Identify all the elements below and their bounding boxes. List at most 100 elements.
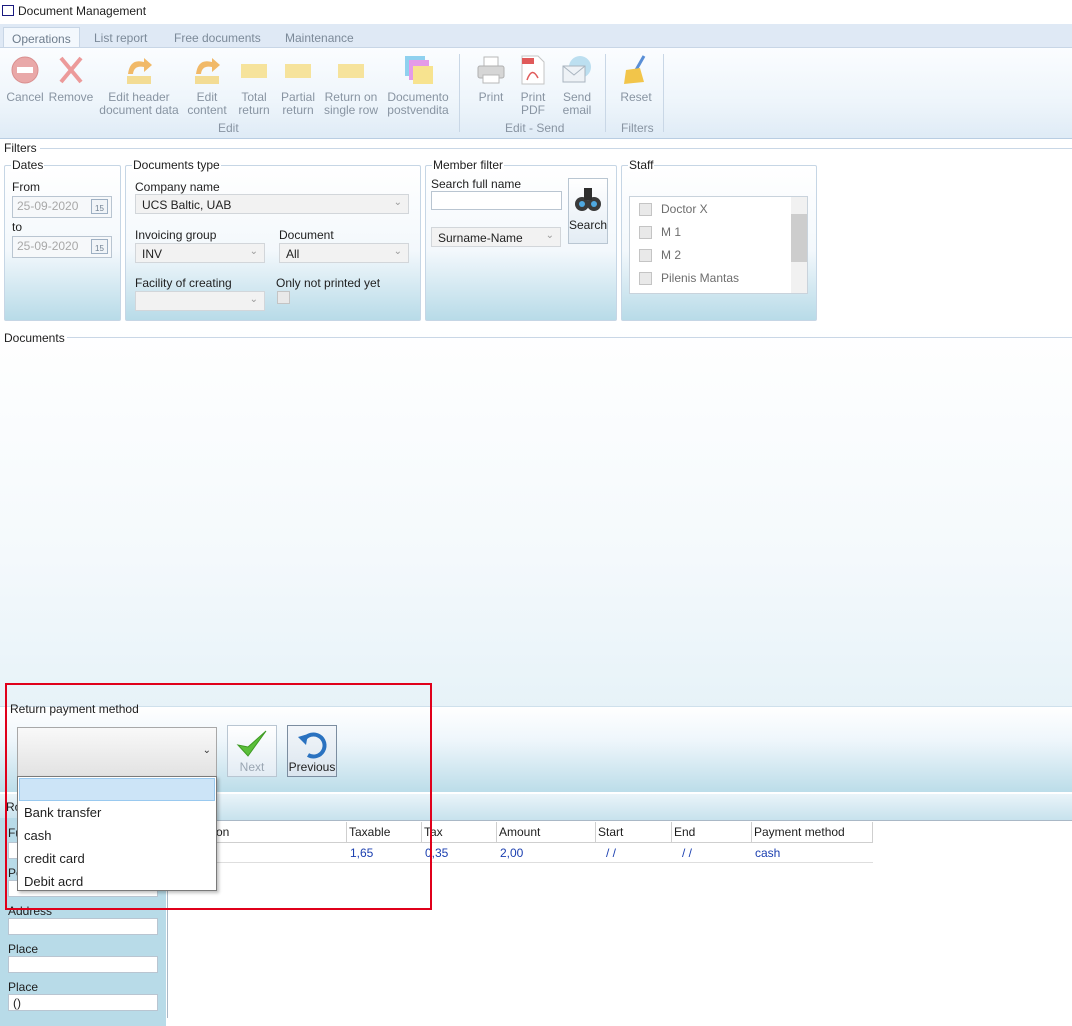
documento-postvendita-label-2: postvendita xyxy=(387,103,449,117)
calendar-icon[interactable]: 15 xyxy=(91,239,108,254)
calendar-icon[interactable]: 15 xyxy=(91,199,108,214)
documents-type-legend: Documents type xyxy=(132,158,221,172)
staff-item: Doctor X xyxy=(661,202,708,216)
group-filters-label: Filters xyxy=(621,121,654,135)
search-full-name-input[interactable] xyxy=(431,191,562,210)
dates-group: Dates From 25-09-2020 15 to 25-09-2020 1… xyxy=(4,158,121,321)
tab-maintenance[interactable]: Maintenance xyxy=(277,27,362,48)
broom-icon xyxy=(624,55,646,84)
staff-checkbox[interactable] xyxy=(639,272,652,285)
search-button-label: Search xyxy=(569,218,608,232)
chevron-down-icon: ⌄ xyxy=(393,197,402,208)
tab-free-documents[interactable]: Free documents xyxy=(166,27,269,48)
only-not-printed-checkbox[interactable] xyxy=(277,291,290,304)
company-name-value: UCS Baltic, UAB xyxy=(142,198,232,212)
grid-header-start[interactable]: Start xyxy=(596,822,672,843)
pdf-icon xyxy=(521,55,545,85)
edit-header-button[interactable]: Edit header document data xyxy=(98,54,180,117)
tab-list-report[interactable]: List report xyxy=(86,27,155,48)
binoculars-icon xyxy=(575,188,601,211)
row-start: / / xyxy=(606,846,617,860)
documento-postvendita-label-1: Documento xyxy=(387,90,449,104)
place-input[interactable]: () xyxy=(8,994,158,1011)
cancel-icon xyxy=(11,56,39,84)
grid-header-amount[interactable]: Amount xyxy=(497,822,596,843)
place-label: Place xyxy=(8,980,39,994)
send-email-label-2: email xyxy=(562,103,592,117)
from-label: From xyxy=(12,180,40,194)
member-filter-group: Member filter Search full name Surname-N… xyxy=(425,158,617,321)
staff-list[interactable]: Doctor X M 1 M 2 Pilenis Mantas xyxy=(629,196,808,294)
edit-content-button[interactable]: Edit content xyxy=(185,54,229,117)
partial-return-button[interactable]: Partial return xyxy=(278,54,318,117)
partial-return-label-1: Partial xyxy=(280,90,315,104)
send-email-label-1: Send xyxy=(562,90,592,104)
staff-scrollbar[interactable] xyxy=(791,197,807,293)
documento-postvendita-button[interactable]: Documento postvendita xyxy=(384,54,452,117)
edit-content-label-2: content xyxy=(187,103,227,117)
name-order-select[interactable]: Surname-Name ⌄ xyxy=(431,227,561,247)
member-filter-legend: Member filter xyxy=(432,158,505,172)
title-bar: Document Management xyxy=(0,0,1072,24)
partial-return-icon xyxy=(285,64,311,78)
window-icon xyxy=(2,5,14,16)
facility-label: Facility of creating xyxy=(135,276,232,290)
chevron-down-icon: ⌄ xyxy=(545,230,554,241)
dates-legend: Dates xyxy=(11,158,45,172)
staff-checkbox[interactable] xyxy=(639,226,652,239)
address-input[interactable] xyxy=(8,918,158,935)
remove-button[interactable]: Remove xyxy=(48,54,94,104)
staff-item: Pilenis Mantas xyxy=(661,271,740,285)
chevron-down-icon: ⌄ xyxy=(393,246,402,257)
total-return-button[interactable]: Total return xyxy=(234,54,274,117)
staff-checkbox[interactable] xyxy=(639,203,652,216)
company-name-select[interactable]: UCS Baltic, UAB ⌄ xyxy=(135,194,409,214)
invoicing-group-select[interactable]: INV ⌄ xyxy=(135,243,265,263)
window-title: Document Management xyxy=(18,4,147,18)
row-payment-method: cash xyxy=(755,846,781,860)
grid-header-payment-method[interactable]: Payment method xyxy=(752,822,873,843)
ribbon-separator xyxy=(605,54,606,132)
only-not-printed-label: Only not printed yet xyxy=(276,276,381,290)
scrollbar-thumb[interactable] xyxy=(791,214,807,262)
cancel-button[interactable]: Cancel xyxy=(5,54,45,104)
to-date-value: 25-09-2020 xyxy=(17,239,79,253)
reset-button[interactable]: Reset xyxy=(616,54,656,104)
total-return-label-1: Total xyxy=(241,90,267,104)
facility-select[interactable]: ⌄ xyxy=(135,291,265,311)
staff-group: Staff Doctor X M 1 M 2 Pilenis Mantas xyxy=(621,158,817,321)
grid-header-tax[interactable]: Tax xyxy=(422,822,497,843)
print-button[interactable]: Print xyxy=(472,54,510,104)
grid-header-end[interactable]: End xyxy=(672,822,752,843)
staff-item: M 2 xyxy=(661,248,682,262)
search-button[interactable]: Search xyxy=(568,178,608,244)
staff-checkbox[interactable] xyxy=(639,249,652,262)
from-date-value: 25-09-2020 xyxy=(17,199,79,213)
return-single-row-icon xyxy=(338,64,364,78)
document-select[interactable]: All ⌄ xyxy=(279,243,409,263)
return-single-row-label-1: Return on xyxy=(324,90,378,104)
print-label: Print xyxy=(478,90,504,104)
printer-icon xyxy=(477,56,505,84)
tab-operations[interactable]: Operations xyxy=(3,27,80,48)
invoicing-group-value: INV xyxy=(142,247,163,261)
email-icon xyxy=(562,56,591,83)
from-date-input[interactable]: 25-09-2020 15 xyxy=(12,196,112,218)
group-edit-send-label: Edit - Send xyxy=(505,121,565,135)
print-pdf-button[interactable]: Print PDF xyxy=(514,54,552,117)
edit-content-label-1: Edit xyxy=(196,90,218,104)
highlight-box xyxy=(5,683,432,910)
to-date-input[interactable]: 25-09-2020 15 xyxy=(12,236,112,258)
documents-divider xyxy=(67,337,1072,338)
cancel-label: Cancel xyxy=(6,90,44,104)
return-single-row-button[interactable]: Return on single row xyxy=(322,54,380,117)
group-edit-label: Edit xyxy=(218,121,239,135)
staff-legend: Staff xyxy=(628,158,655,172)
documento-postvendita-icon xyxy=(405,56,433,84)
filters-divider xyxy=(40,148,1072,149)
place-input[interactable] xyxy=(8,956,158,973)
remove-icon xyxy=(59,56,83,84)
edit-header-icon xyxy=(127,58,152,84)
place-label: Place xyxy=(8,942,39,956)
send-email-button[interactable]: Send email xyxy=(557,54,597,117)
